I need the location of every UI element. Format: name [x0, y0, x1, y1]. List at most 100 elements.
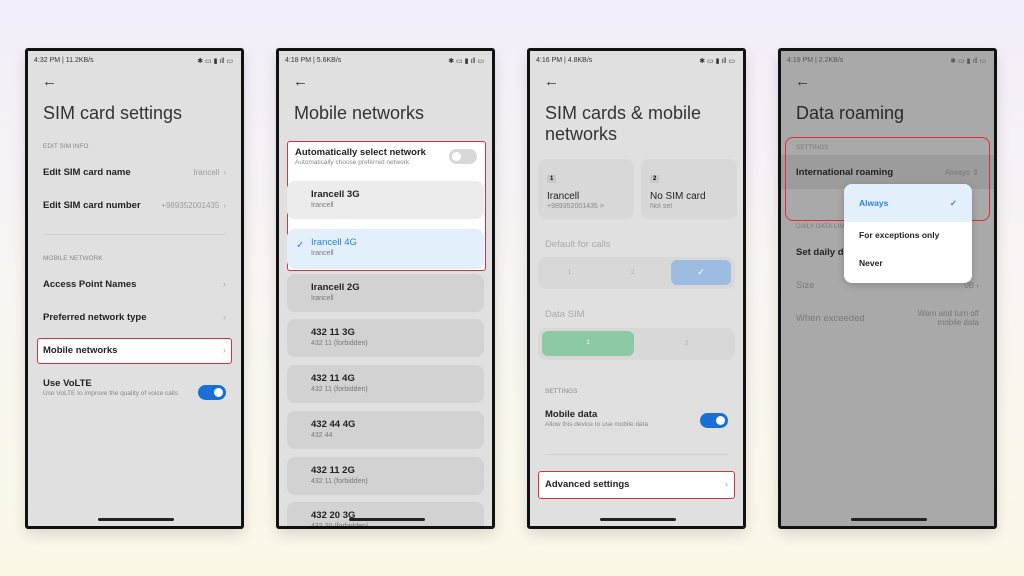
status-icons: ✱ ▭ ▮ ıll ▭: [699, 58, 735, 65]
network-status: 432 11 (forbidden): [311, 386, 368, 393]
sim-name: Irancell: [547, 191, 580, 202]
network-item[interactable]: Irancell 3G Irancell: [287, 181, 484, 219]
network-item[interactable]: Irancell 2G Irancell: [287, 274, 484, 312]
section-header: EDIT SIM INFO: [43, 143, 89, 150]
calls-option-1[interactable]: 1: [568, 270, 571, 276]
network-status: 432 20 (forbidden): [311, 523, 369, 529]
back-arrow-icon[interactable]: ←: [293, 73, 308, 90]
mobile-data-row: Mobile data Allow this device to use mobi…: [545, 409, 693, 428]
network-item[interactable]: 432 20 3G 432 20 (forbidden): [287, 502, 484, 529]
status-time: 4:32 PM | 11.2KB/s: [34, 57, 94, 64]
network-name: Irancell 2G: [311, 282, 360, 293]
apn-row[interactable]: Access Point Names ›: [43, 279, 226, 290]
home-indicator: [349, 518, 425, 521]
sim-slot-badge: 1: [547, 175, 557, 183]
roaming-options-dropdown: Always ✓ For exceptions only Never: [844, 184, 972, 283]
status-time: 4:18 PM | 5.6KB/s: [285, 57, 342, 64]
check-icon: ✓: [949, 198, 957, 208]
network-status: Irancell: [311, 202, 334, 209]
row-value: Warn and turn off mobile data: [917, 309, 979, 327]
network-item[interactable]: 432 11 3G 432 11 (forbidden): [287, 319, 484, 357]
auto-select-toggle[interactable]: [449, 149, 477, 164]
divider: [43, 234, 226, 235]
back-arrow-icon[interactable]: ←: [795, 73, 810, 90]
phone-sim-card-settings: 4:32 PM | 11.2KB/s ✱ ▭ ▮ ıll ▭ ← SIM card…: [25, 48, 244, 529]
network-name: Irancell 3G: [311, 189, 360, 200]
mobile-networks-row[interactable]: Mobile networks ›: [43, 345, 226, 356]
row-value: +989352001435: [161, 201, 220, 210]
network-status: 432 11 (forbidden): [311, 340, 368, 347]
row-label: Use VoLTE: [43, 378, 92, 389]
row-label: Size: [796, 280, 815, 291]
advanced-settings-row[interactable]: Advanced settings ›: [545, 479, 728, 490]
sim-slot-badge: 2: [650, 175, 660, 183]
section-header: MOBILE NETWORK: [43, 255, 103, 262]
chevron-right-icon: ›: [222, 345, 226, 356]
default-calls-selector[interactable]: 1 2 ✓: [538, 257, 735, 289]
check-icon: ✓: [296, 240, 305, 251]
row-label: Edit SIM card number: [43, 200, 141, 211]
status-icons: ✱ ▭ ▮ ıll ▭: [197, 58, 233, 65]
option-exceptions[interactable]: For exceptions only: [844, 222, 972, 252]
network-name: 432 11 2G: [311, 465, 355, 476]
chevron-right-icon: ›: [222, 312, 226, 323]
chevron-right-icon: ›: [222, 279, 226, 290]
option-never[interactable]: Never: [844, 252, 972, 282]
chevron-right-icon: ›: [223, 168, 226, 177]
sim-status: Not set: [650, 203, 673, 210]
status-time: 4:16 PM | 4.8KB/s: [536, 57, 593, 64]
volte-row: Use VoLTE Use VoLTE to improve the qualit…: [43, 378, 191, 397]
home-indicator: [600, 518, 676, 521]
data-option-1[interactable]: 1: [542, 331, 634, 356]
default-calls-label: Default for calls: [545, 239, 611, 250]
data-sim-label: Data SIM: [545, 309, 585, 320]
back-arrow-icon[interactable]: ←: [544, 73, 559, 90]
calls-option-ask-check-icon[interactable]: ✓: [671, 260, 731, 285]
network-status: 432 44: [311, 432, 333, 439]
page-title: Mobile networks: [294, 103, 425, 123]
page-title: Data roaming: [796, 103, 905, 123]
network-item[interactable]: 432 44 4G 432 44: [287, 411, 484, 449]
sim-name: No SIM card: [650, 191, 706, 202]
sim2-card[interactable]: 2 No SIM card Not set: [641, 159, 737, 219]
status-icons: ✱ ▭ ▮ ıll ▭: [448, 58, 484, 65]
edit-sim-name-row[interactable]: Edit SIM card name Irancell ›: [43, 167, 226, 178]
section-header: SETTINGS: [545, 388, 578, 395]
row-label: Edit SIM card name: [43, 167, 131, 178]
divider: [545, 454, 728, 455]
row-label: Preferred network type: [43, 312, 147, 323]
row-label: Mobile networks: [43, 345, 118, 356]
sim1-card[interactable]: 1 Irancell +989352001435 >: [538, 159, 634, 219]
row-label: Advanced settings: [545, 479, 630, 490]
data-sim-selector[interactable]: 1 2: [538, 328, 735, 360]
sim-number: +989352001435 >: [547, 203, 604, 210]
calls-option-2[interactable]: 2: [631, 270, 634, 276]
home-indicator: [851, 518, 927, 521]
page-title: SIM cards & mobile networks: [545, 103, 702, 144]
network-item[interactable]: ✓ Irancell 4G Irancell: [287, 229, 484, 269]
status-icons: ✱ ▭ ▮ ıll ▭: [950, 58, 986, 65]
network-item[interactable]: 432 11 4G 432 11 (forbidden): [287, 365, 484, 403]
network-name: 432 44 4G: [311, 419, 356, 430]
edit-sim-number-row[interactable]: Edit SIM card number +989352001435 ›: [43, 200, 226, 211]
network-item[interactable]: 432 11 2G 432 11 (forbidden): [287, 457, 484, 495]
network-name: Irancell 4G: [311, 237, 357, 248]
row-subtitle: Use VoLTE to improve the quality of voic…: [43, 390, 178, 397]
data-option-2[interactable]: 2: [685, 341, 688, 347]
option-always[interactable]: Always ✓: [844, 184, 972, 222]
mobile-data-toggle[interactable]: [700, 413, 728, 428]
phone-data-roaming: 4:19 PM | 2.2KB/s ✱ ▭ ▮ ıll ▭ ← Data roam…: [778, 48, 997, 529]
option-label: Always: [859, 198, 889, 208]
home-indicator: [98, 518, 174, 521]
when-exceeded-row[interactable]: When exceeded Warn and turn off mobile da…: [796, 309, 979, 327]
network-status: Irancell: [311, 250, 334, 257]
row-subtitle: Allow this device to use mobile data: [545, 421, 648, 428]
preferred-network-row[interactable]: Preferred network type ›: [43, 312, 226, 323]
row-label: Access Point Names: [43, 279, 137, 290]
page-title: SIM card settings: [43, 103, 183, 123]
network-name: 432 11 4G: [311, 373, 355, 384]
row-value: Irancell: [193, 168, 220, 177]
row-label: Set daily d: [796, 247, 844, 258]
back-arrow-icon[interactable]: ←: [42, 73, 57, 90]
volte-toggle[interactable]: [198, 385, 226, 400]
